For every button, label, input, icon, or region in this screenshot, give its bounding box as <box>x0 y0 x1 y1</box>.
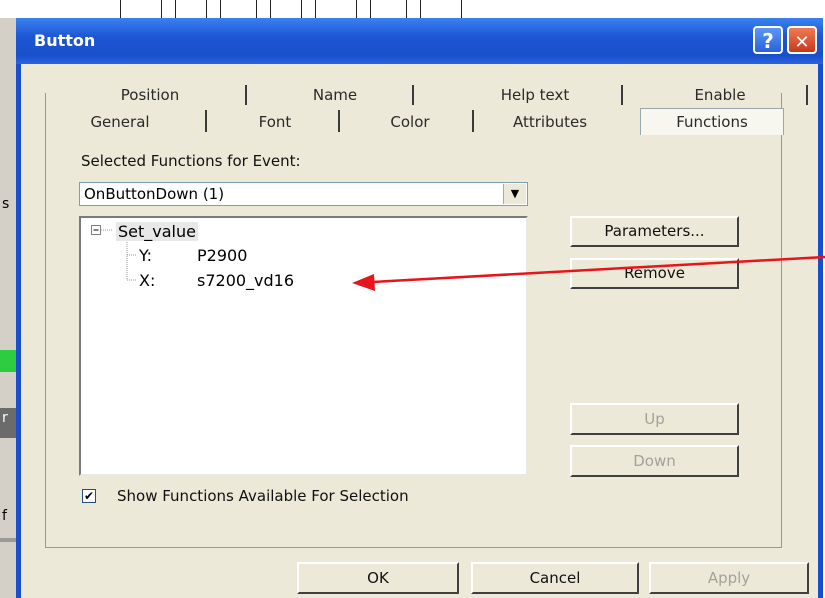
annotation-arrow-icon <box>352 255 825 291</box>
